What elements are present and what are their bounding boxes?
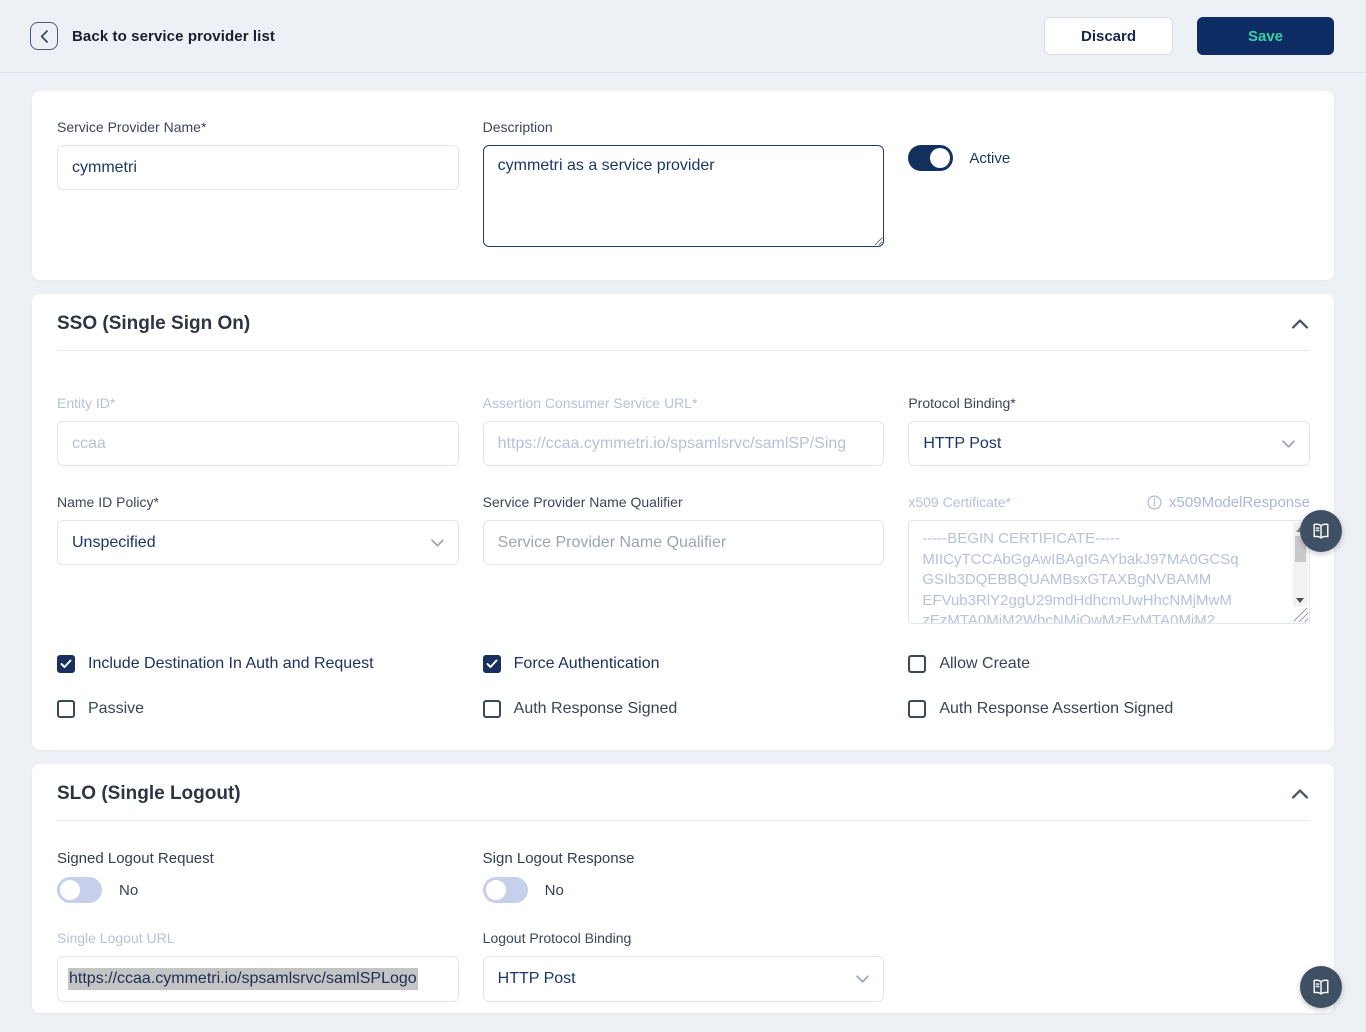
name-id-policy-select[interactable]: Unspecified <box>57 520 459 565</box>
open-book-icon <box>1310 976 1332 998</box>
checkbox-passive[interactable]: Passive <box>57 699 459 719</box>
toggle-knob <box>60 880 80 900</box>
sign-logout-response-group: Sign Logout Response No <box>482 850 885 903</box>
x509-certificate-field-group: x509 Certificate* x509ModelResponse ----… <box>908 494 1310 624</box>
checkbox-icon <box>482 655 501 673</box>
sso-card: SSO (Single Sign On) Entity ID* Assertio… <box>32 294 1334 750</box>
documentation-fab-bottom[interactable] <box>1300 966 1342 1008</box>
x509-certificate-textarea[interactable]: -----BEGIN CERTIFICATE----- MIICyTCCAbGg… <box>908 520 1310 624</box>
logout-protocol-binding-field-group: Logout Protocol Binding HTTP Post <box>482 930 885 1002</box>
sp-name-qualifier-label: Service Provider Name Qualifier <box>482 494 683 510</box>
discard-button[interactable]: Discard <box>1044 17 1173 55</box>
section-divider <box>57 350 1310 351</box>
sign-logout-response-state: No <box>544 881 564 899</box>
top-bar-left: Back to service provider list <box>30 22 275 50</box>
acs-url-input[interactable] <box>482 421 885 466</box>
scroll-down-arrow[interactable] <box>1292 593 1308 607</box>
sp-name-qualifier-input[interactable] <box>482 520 885 565</box>
acs-url-field-group: Assertion Consumer Service URL* <box>482 395 885 466</box>
signed-logout-request-group: Signed Logout Request No <box>57 850 459 903</box>
page-title: Back to service provider list <box>72 27 275 45</box>
signed-logout-request-state: No <box>119 881 139 899</box>
active-toggle[interactable] <box>908 145 954 171</box>
checkbox-auth-response-signed[interactable]: Auth Response Signed <box>482 699 885 719</box>
checkbox-allow-create[interactable]: Allow Create <box>908 654 1310 674</box>
x509-certificate-text: -----BEGIN CERTIFICATE----- MIICyTCCAbGg… <box>922 530 1239 623</box>
name-id-policy-field-group: Name ID Policy* Unspecified <box>57 494 459 624</box>
toggle-knob <box>485 880 506 900</box>
single-logout-url-label: Single Logout URL <box>57 930 175 946</box>
logout-protocol-binding-select[interactable]: HTTP Post <box>482 956 885 1002</box>
name-id-policy-label: Name ID Policy* <box>57 494 159 510</box>
checkbox-force-authentication[interactable]: Force Authentication <box>482 654 885 674</box>
acs-url-label: Assertion Consumer Service URL* <box>482 395 698 411</box>
entity-id-input[interactable] <box>57 421 459 466</box>
sign-logout-response-label: Sign Logout Response <box>482 850 635 867</box>
description-field-group: Description cymmetri as a service provid… <box>482 119 885 252</box>
logout-protocol-binding-value: HTTP Post <box>497 970 576 987</box>
save-button[interactable]: Save <box>1197 17 1334 55</box>
chevron-up-icon <box>1292 789 1308 799</box>
chevron-up-icon <box>1292 319 1308 329</box>
sp-name-qualifier-field-group: Service Provider Name Qualifier <box>482 494 885 624</box>
general-info-card: Service Provider Name* Description cymme… <box>32 91 1334 280</box>
documentation-fab-mid[interactable] <box>1300 510 1342 552</box>
single-logout-url-value: https://ccaa.cymmetri.io/spsamlsrvc/saml… <box>68 968 418 990</box>
sso-section-title: SSO (Single Sign On) <box>57 313 251 334</box>
service-provider-name-label: Service Provider Name* <box>57 119 207 135</box>
x509-model-response-link[interactable]: x509ModelResponse <box>1169 494 1310 511</box>
open-book-icon <box>1310 520 1332 542</box>
sso-collapse-button[interactable] <box>1290 317 1310 331</box>
protocol-binding-label: Protocol Binding* <box>908 395 1016 411</box>
active-toggle-label: Active <box>969 149 1011 167</box>
chevron-left-icon <box>40 29 49 43</box>
name-id-policy-value: Unspecified <box>72 533 156 551</box>
checkbox-icon <box>482 700 501 718</box>
single-logout-url-input[interactable]: https://ccaa.cymmetri.io/spsamlsrvc/saml… <box>57 956 459 1002</box>
single-logout-url-field-group: Single Logout URL https://ccaa.cymmetri.… <box>57 930 459 1002</box>
description-textarea[interactable]: cymmetri as a service provider <box>482 145 885 247</box>
checkbox-auth-response-assertion-signed[interactable]: Auth Response Assertion Signed <box>908 699 1310 719</box>
chevron-down-icon <box>430 538 444 547</box>
checkbox-icon <box>57 700 75 718</box>
protocol-binding-select[interactable]: HTTP Post <box>908 421 1310 466</box>
chevron-down-icon <box>856 975 870 983</box>
textarea-resize-grip[interactable] <box>1293 608 1308 622</box>
signed-logout-request-label: Signed Logout Request <box>57 850 214 867</box>
checkbox-include-destination[interactable]: Include Destination In Auth and Request <box>57 654 459 674</box>
section-divider <box>57 820 1310 821</box>
slo-card: SLO (Single Logout) Signed Logout Reques… <box>32 764 1334 1013</box>
logout-protocol-binding-label: Logout Protocol Binding <box>482 930 632 946</box>
back-button[interactable] <box>30 22 58 50</box>
checkbox-icon <box>908 700 927 718</box>
signed-logout-request-toggle[interactable] <box>57 877 102 903</box>
protocol-binding-field-group: Protocol Binding* HTTP Post <box>908 395 1310 466</box>
checkbox-icon <box>908 655 927 673</box>
entity-id-label: Entity ID* <box>57 395 116 411</box>
top-bar-actions: Discard Save <box>1044 17 1334 55</box>
toggle-knob <box>930 148 951 168</box>
protocol-binding-value: HTTP Post <box>923 434 1002 452</box>
checkbox-icon <box>57 655 75 673</box>
slo-section-title: SLO (Single Logout) <box>57 783 241 804</box>
description-label: Description <box>482 119 553 135</box>
sign-logout-response-toggle[interactable] <box>482 877 528 903</box>
service-provider-name-field-group: Service Provider Name* <box>57 119 459 252</box>
x509-certificate-label: x509 Certificate* <box>908 494 1012 510</box>
slo-collapse-button[interactable] <box>1290 787 1310 801</box>
info-icon[interactable] <box>1147 495 1162 510</box>
chevron-down-icon <box>1282 439 1295 448</box>
service-provider-edit-page: Back to service provider list Discard Sa… <box>0 0 1366 1032</box>
top-bar: Back to service provider list Discard Sa… <box>0 0 1366 73</box>
active-toggle-group: Active <box>908 119 1310 252</box>
service-provider-name-input[interactable] <box>57 145 459 190</box>
entity-id-field-group: Entity ID* <box>57 395 459 466</box>
